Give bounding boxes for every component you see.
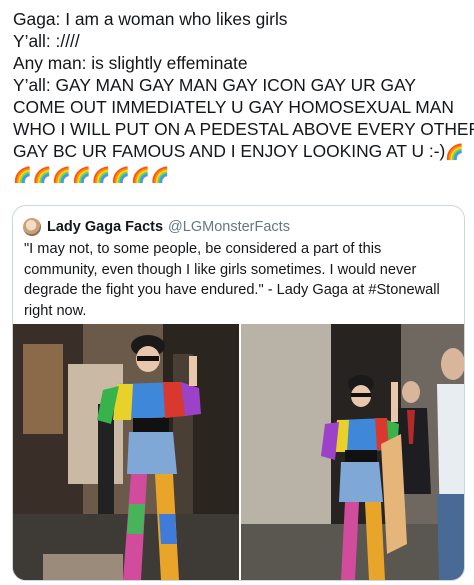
quoted-author-handle[interactable]: @LGMonsterFacts	[168, 219, 290, 235]
lady-gaga-photo-left[interactable]	[13, 324, 239, 580]
tweet-line: GAY BC UR FAMOUS AND I ENJOY LOOKING AT …	[13, 141, 446, 161]
photo-grid	[13, 324, 464, 580]
tweet-text: Gaga: I am a woman who likes girls Y’all…	[13, 8, 474, 186]
tweet-line: Y’all: :////	[13, 31, 80, 51]
quoted-author-name[interactable]: Lady Gaga Facts	[47, 219, 163, 235]
quoted-tweet-header[interactable]: Lady Gaga Facts @LGMonsterFacts	[23, 217, 290, 237]
tweet-line-with-emoji: GAY BC UR FAMOUS AND I ENJOY LOOKING AT …	[13, 140, 467, 163]
rainbow-emoji: 🌈	[445, 143, 465, 161]
rainbow-emoji-row: 🌈🌈🌈🌈🌈🌈🌈🌈	[13, 166, 171, 184]
quoted-tweet-text: "I may not, to some people, be considere…	[24, 241, 440, 319]
quoted-tweet-card[interactable]: Lady Gaga Facts @LGMonsterFacts "I may n…	[12, 205, 465, 581]
tweet-line: Any man: is slightly effeminate	[13, 53, 248, 73]
lady-gaga-photo-right[interactable]	[241, 324, 464, 580]
tweet-line: Y’all: GAY MAN GAY MAN GAY ICON GAY UR G…	[13, 75, 416, 95]
tweet-line: COME OUT IMMEDIATELY U GAY HOMOSEXUAL MA…	[13, 97, 454, 117]
tweet-line: WHO I WILL PUT ON A PEDESTAL ABOVE EVERY…	[13, 119, 474, 139]
avatar[interactable]	[23, 218, 41, 236]
tweet-line: Gaga: I am a woman who likes girls	[13, 9, 288, 29]
